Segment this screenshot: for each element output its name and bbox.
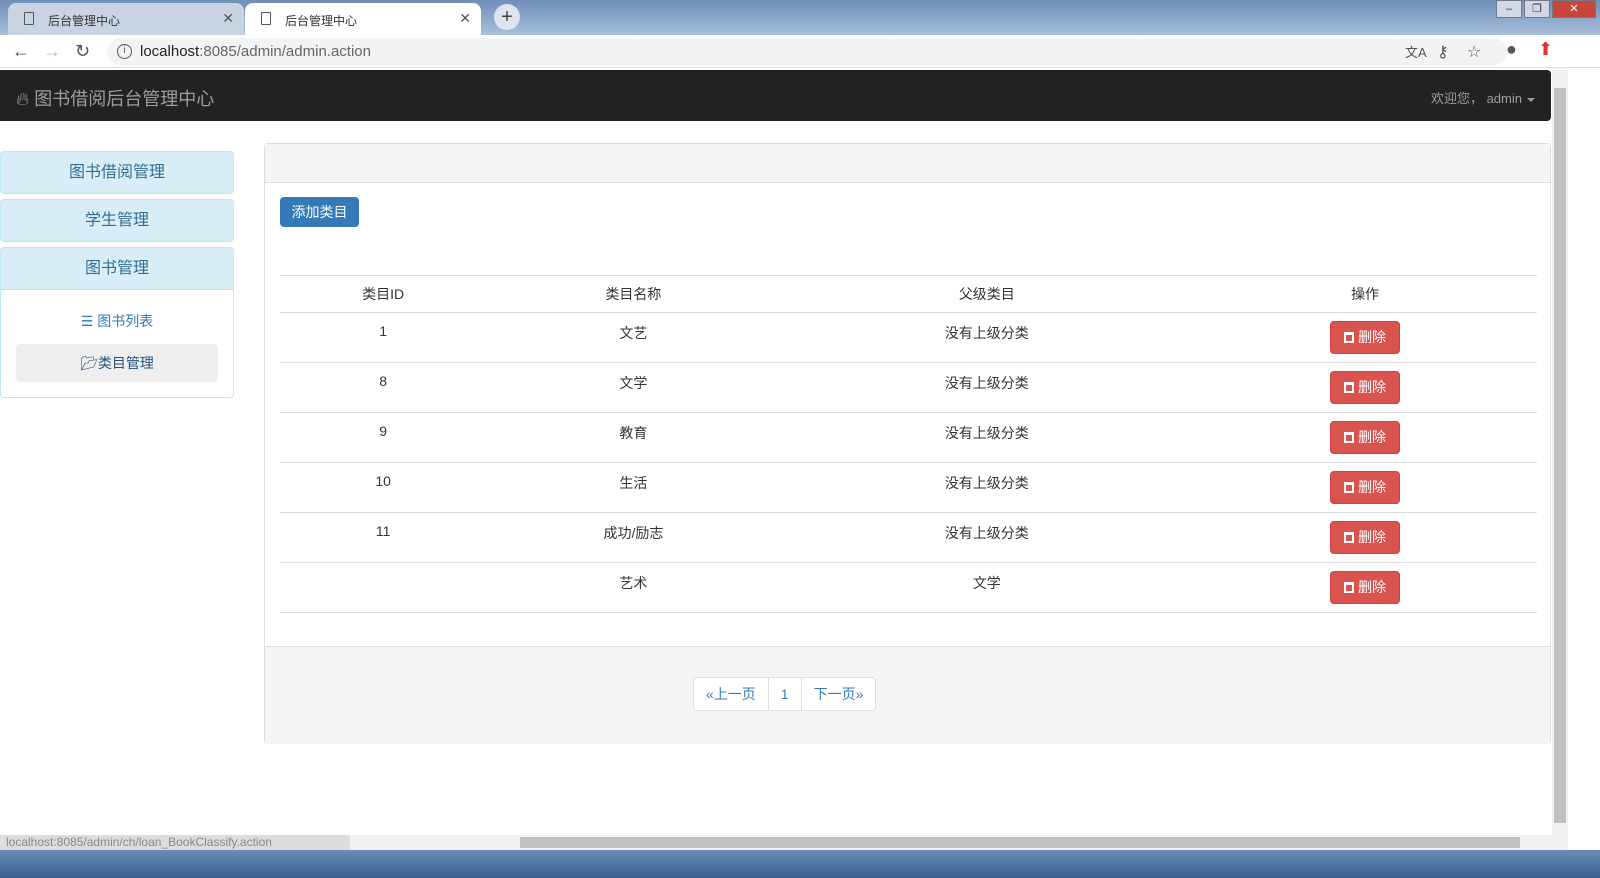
delete-button[interactable]: 删除 xyxy=(1330,371,1401,404)
trash-icon xyxy=(1344,332,1355,343)
cell-name: 文学 xyxy=(486,362,781,413)
cell-name: 生活 xyxy=(486,462,781,513)
cell-name: 成功/励志 xyxy=(486,512,781,563)
table-row: 艺术 文学 删除 xyxy=(280,562,1537,613)
sidebar-panel-borrow[interactable]: 图书借阅管理 xyxy=(0,151,234,194)
folder-open-icon: 📂︎ xyxy=(80,355,98,371)
cell-actions: 删除 xyxy=(1193,362,1537,413)
back-icon[interactable]: ← xyxy=(12,41,30,62)
brand[interactable]: 🔥︎ 图书借阅后台管理中心 xyxy=(16,85,214,111)
column-header: 父级类目 xyxy=(780,275,1194,313)
os-taskbar xyxy=(0,850,1600,878)
key-icon[interactable]: ⚷ xyxy=(1437,42,1449,62)
cell-id: 11 xyxy=(280,512,487,563)
page-link-1[interactable]: 1 xyxy=(767,677,802,711)
cell-parent: 没有上级分类 xyxy=(780,312,1194,363)
sidebar: 图书借阅管理 学生管理 图书管理 ☰ 图书列表 📂︎类目管理 xyxy=(0,151,234,398)
close-tab-icon[interactable]: ✕ xyxy=(459,10,471,27)
cell-parent: 没有上级分类 xyxy=(780,512,1194,563)
table-row: 10 生活 没有上级分类 删除 xyxy=(280,462,1537,513)
list-icon: ☰ xyxy=(80,313,94,329)
delete-button[interactable]: 删除 xyxy=(1330,471,1401,504)
browser-tab-strip: 后台管理中心 ✕ 后台管理中心 ✕ + – ❐ ✕ xyxy=(0,0,1600,35)
table-row: 8 文学 没有上级分类 删除 xyxy=(280,362,1537,413)
cell-id: 9 xyxy=(280,412,487,463)
star-icon[interactable]: ☆ xyxy=(1467,42,1481,62)
status-bar-url: localhost:8085/admin/ch/loan_BookClassif… xyxy=(0,835,350,850)
trash-icon xyxy=(1344,482,1355,493)
forward-icon[interactable]: → xyxy=(43,41,61,62)
panel-footer: «上一页 1 下一页» xyxy=(265,646,1550,744)
table-row: 9 教育 没有上级分类 删除 xyxy=(280,412,1537,463)
cell-actions: 删除 xyxy=(1193,512,1537,563)
table-row: 11 成功/励志 没有上级分类 删除 xyxy=(280,512,1537,563)
cell-name: 文艺 xyxy=(486,312,781,363)
caret-down-icon xyxy=(1527,97,1535,102)
sidebar-panel-books-body: ☰ 图书列表 📂︎类目管理 xyxy=(0,290,234,398)
cell-name: 艺术 xyxy=(486,562,781,613)
table-row: 1 文艺 没有上级分类 删除 xyxy=(280,312,1537,363)
cell-actions: 删除 xyxy=(1193,312,1537,363)
update-icon[interactable]: ⬆ xyxy=(1538,39,1553,60)
cell-actions: 删除 xyxy=(1193,412,1537,463)
trash-icon xyxy=(1344,532,1355,543)
document-icon xyxy=(261,12,271,25)
pagination: «上一页 1 下一页» xyxy=(693,677,877,711)
prev-page-link[interactable]: «上一页 xyxy=(693,677,769,711)
cell-parent: 没有上级分类 xyxy=(780,412,1194,463)
trash-icon xyxy=(1344,382,1355,393)
cell-parent: 文学 xyxy=(780,562,1194,613)
sidebar-panel-books[interactable]: 图书管理 xyxy=(0,247,234,290)
cell-parent: 没有上级分类 xyxy=(780,362,1194,413)
window-close-button[interactable]: ✕ xyxy=(1552,0,1596,18)
column-header: 操作 xyxy=(1193,275,1537,313)
browser-tab-active[interactable]: 后台管理中心 ✕ xyxy=(245,3,481,35)
translate-icon[interactable]: 文A xyxy=(1405,42,1427,61)
new-tab-button[interactable]: + xyxy=(494,4,520,30)
sidebar-item-category[interactable]: 📂︎类目管理 xyxy=(16,344,218,382)
top-navbar: 🔥︎ 图书借阅后台管理中心 欢迎您， admin xyxy=(0,70,1551,121)
add-category-button[interactable]: 添加类目 xyxy=(280,197,359,227)
cell-id: 8 xyxy=(280,362,487,413)
document-icon xyxy=(24,12,34,25)
cell-id: 1 xyxy=(280,312,487,363)
sidebar-panel-students[interactable]: 学生管理 xyxy=(0,199,234,242)
cell-name: 教育 xyxy=(486,412,781,463)
vertical-scrollbar[interactable] xyxy=(1552,70,1568,835)
url-input[interactable]: i localhost:8085/admin/admin.action xyxy=(107,38,1507,65)
column-header: 类目ID xyxy=(280,275,487,313)
next-page-link[interactable]: 下一页» xyxy=(800,677,877,711)
fire-icon: 🔥︎ xyxy=(16,89,30,109)
info-icon[interactable]: i xyxy=(117,44,132,59)
cell-actions: 删除 xyxy=(1193,462,1537,513)
category-table: 类目ID 类目名称 父级类目 操作 1 文艺 没有上级分类 删除 8 文学 没有上级分类 删除… xyxy=(280,275,1537,613)
trash-icon xyxy=(1344,432,1355,443)
delete-button[interactable]: 删除 xyxy=(1330,521,1401,554)
cell-id: 10 xyxy=(280,462,487,513)
user-dropdown[interactable]: 欢迎您， admin xyxy=(1431,88,1535,107)
minimize-button[interactable]: – xyxy=(1496,0,1522,18)
panel-heading xyxy=(265,144,1550,183)
delete-button[interactable]: 删除 xyxy=(1330,421,1401,454)
cell-actions: 删除 xyxy=(1193,562,1537,613)
delete-button[interactable]: 删除 xyxy=(1330,321,1401,354)
browser-tab[interactable]: 后台管理中心 ✕ xyxy=(8,3,244,35)
maximize-button[interactable]: ❐ xyxy=(1524,0,1550,18)
cell-id xyxy=(280,562,487,613)
delete-button[interactable]: 删除 xyxy=(1330,571,1401,604)
trash-icon xyxy=(1344,582,1355,593)
account-icon[interactable]: ● xyxy=(1506,39,1517,60)
cell-parent: 没有上级分类 xyxy=(780,462,1194,513)
address-bar-row: ← → ↻ i localhost:8085/admin/admin.action… xyxy=(0,35,1600,68)
main-panel: 添加类目 类目ID 类目名称 父级类目 操作 1 文艺 没有上级分类 删除 8 文学 没有上… xyxy=(264,143,1551,744)
close-tab-icon[interactable]: ✕ xyxy=(222,10,234,27)
column-header: 类目名称 xyxy=(486,275,781,313)
reload-icon[interactable]: ↻ xyxy=(75,41,90,62)
sidebar-item-book-list[interactable]: ☰ 图书列表 xyxy=(16,302,218,340)
